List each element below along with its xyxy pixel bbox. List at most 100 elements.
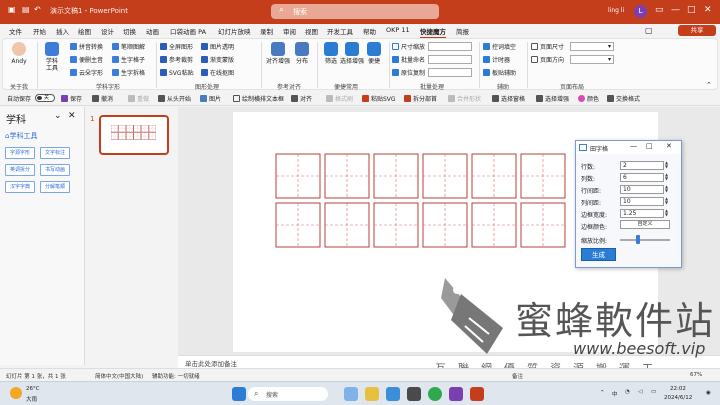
row-gap-spinner[interactable]: ▲ ▼	[665, 185, 671, 194]
maximize-icon[interactable]: □	[687, 5, 696, 15]
system-tray-icon[interactable]: ⌃	[600, 390, 605, 396]
dictionary-button[interactable]: 汉字字典	[5, 181, 35, 193]
pinyin-convert-button[interactable]: 拼音转换	[70, 43, 103, 52]
border-width-input[interactable]: 1.25	[620, 209, 664, 218]
tab-draw[interactable]: 绘图	[78, 26, 91, 36]
tab-slideshow[interactable]: 幻灯片放映	[218, 26, 251, 36]
store-icon[interactable]	[386, 387, 400, 401]
comment-icon[interactable]: ▢	[645, 26, 653, 35]
col-gap-input[interactable]: 10	[620, 197, 664, 206]
tab-record[interactable]: 录制	[260, 26, 273, 36]
save-icon[interactable]: ▤	[22, 5, 30, 14]
tab-help[interactable]: 帮助	[363, 26, 376, 36]
rows-spinner[interactable]: ▲ ▼	[665, 161, 671, 170]
clock-time[interactable]: 22:02	[670, 386, 686, 392]
merge-shapes-button[interactable]: 合并形状	[448, 94, 481, 103]
andy-button[interactable]: Andy	[6, 42, 32, 65]
format-painter-button[interactable]: 格式刷	[326, 94, 353, 103]
app-icon[interactable]	[344, 387, 358, 401]
batch-name-input[interactable]	[428, 55, 472, 64]
batch-copy-input[interactable]	[428, 68, 472, 77]
align-enhance-button[interactable]: 对齐增强	[265, 42, 291, 65]
timer-button[interactable]: 计时器	[483, 56, 510, 65]
stroke-order-button[interactable]: 笔顺图解	[112, 43, 145, 52]
app-icon[interactable]	[407, 387, 421, 401]
visual-studio-icon[interactable]	[449, 387, 463, 401]
close-icon[interactable]: ✕	[666, 142, 672, 150]
col-gap-spinner[interactable]: ▲ ▼	[665, 197, 671, 206]
wifi-icon[interactable]: ◔	[625, 389, 630, 395]
accessibility-status[interactable]: 辅助功能: 一切就绪	[152, 372, 200, 380]
avatar[interactable]: L	[634, 5, 647, 18]
gradient-mask-button[interactable]: 渐变蒙版	[201, 56, 234, 65]
inplace-copy-button[interactable]: 原位复制	[392, 69, 425, 78]
edge-icon[interactable]	[428, 387, 442, 401]
textbox-button[interactable]: 绘制横排文本框	[233, 94, 284, 103]
distribute-button[interactable]: 分布	[289, 42, 315, 65]
tone-split-button[interactable]: 英调拆分	[5, 164, 35, 176]
undo-button[interactable]: 撤消	[92, 94, 113, 103]
tab-transitions[interactable]: 切换	[123, 26, 136, 36]
select-enhance-quick-button[interactable]: 选择增强	[536, 94, 569, 103]
tab-animations[interactable]: 动画	[146, 26, 159, 36]
online-cutout-button[interactable]: 在线抠图	[201, 69, 234, 78]
border-width-spinner[interactable]: ▲ ▼	[665, 209, 671, 218]
ref-crop-button[interactable]: 参考裁剪	[160, 56, 193, 65]
writing-anim-button[interactable]: 书写动画	[40, 164, 70, 176]
page-orient-select[interactable]: ▾	[570, 55, 614, 64]
weather-icon[interactable]	[10, 387, 22, 399]
maximize-icon[interactable]: □	[646, 142, 653, 150]
swap-format-button[interactable]: 交换格式	[607, 94, 640, 103]
cols-input[interactable]: 6	[620, 173, 664, 182]
svg-paste-button[interactable]: SVG粘贴	[160, 69, 194, 78]
close-pane-icon[interactable]: ✕	[68, 111, 76, 121]
scale-slider-thumb[interactable]	[635, 235, 640, 244]
collapse-ribbon-icon[interactable]: ⌃	[706, 81, 712, 89]
notes-toggle[interactable]: 备注	[512, 372, 523, 380]
cols-spinner[interactable]: ▲ ▼	[665, 173, 671, 182]
subject-tools-button[interactable]: 学科 工具	[39, 42, 65, 72]
fullscreen-shape-button[interactable]: 全屏图形	[160, 43, 193, 52]
picture-button[interactable]: 图片	[200, 94, 221, 103]
tab-quick-cube[interactable]: 快捷魔方	[420, 26, 446, 39]
generate-button[interactable]: 生成	[581, 248, 616, 261]
delete-tone-button[interactable]: 便删主音	[70, 56, 103, 65]
split-radical-button[interactable]: 拆分部首	[404, 94, 437, 103]
batch-size-input[interactable]	[428, 42, 472, 51]
char-grid-button[interactable]: 生字格子	[112, 56, 145, 65]
tab-design[interactable]: 设计	[101, 26, 114, 36]
start-icon[interactable]	[232, 387, 246, 401]
undo-icon[interactable]: ↶	[34, 5, 41, 14]
share-button[interactable]: 共享	[678, 25, 716, 36]
color-button[interactable]: 颜色	[578, 94, 599, 103]
tab-file[interactable]: 文件	[9, 26, 22, 36]
language-status[interactable]: 简体中文(中国大陆)	[95, 372, 143, 380]
tab-brief[interactable]: 简报	[456, 26, 469, 36]
autosave-toggle[interactable]: 关	[35, 94, 55, 102]
rows-input[interactable]: 2	[620, 161, 664, 170]
text-annotate-button[interactable]: 文字标注	[40, 147, 70, 159]
board-assist-button[interactable]: 板贴辅助	[483, 69, 516, 78]
row-gap-input[interactable]: 10	[620, 185, 664, 194]
size-scale-button[interactable]: 尺寸缩放	[392, 43, 425, 52]
redo-button[interactable]: 重做	[128, 94, 149, 103]
ribbon-display-icon[interactable]: ▭	[655, 5, 664, 15]
chevron-down-icon[interactable]: ⌄	[54, 111, 62, 121]
close-icon[interactable]: ✕	[704, 5, 712, 15]
battery-icon[interactable]: ▭	[651, 389, 656, 395]
powerpoint-icon[interactable]	[470, 387, 484, 401]
tab-pocket-animation[interactable]: 口袋动画 PA	[170, 26, 206, 36]
char-origin-button[interactable]: 字源字形	[5, 147, 35, 159]
border-color-button[interactable]: 自定义	[620, 220, 670, 229]
char-split-button[interactable]: 生字拆格	[112, 69, 145, 78]
page-size-select[interactable]: ▾	[570, 42, 614, 51]
from-start-button[interactable]: 从头开始	[158, 94, 191, 103]
tab-view[interactable]: 视图	[305, 26, 318, 36]
paste-svg-button[interactable]: 粘贴SVG	[362, 94, 396, 103]
image-transparent-button[interactable]: 图片透明	[201, 43, 234, 52]
convenient-button[interactable]: 便捷	[361, 42, 387, 65]
ime-indicator[interactable]: 中	[612, 390, 618, 398]
tab-okp[interactable]: OKP 11	[386, 26, 410, 34]
tab-home[interactable]: 开始	[33, 26, 46, 36]
minimize-icon[interactable]: —	[630, 142, 637, 150]
